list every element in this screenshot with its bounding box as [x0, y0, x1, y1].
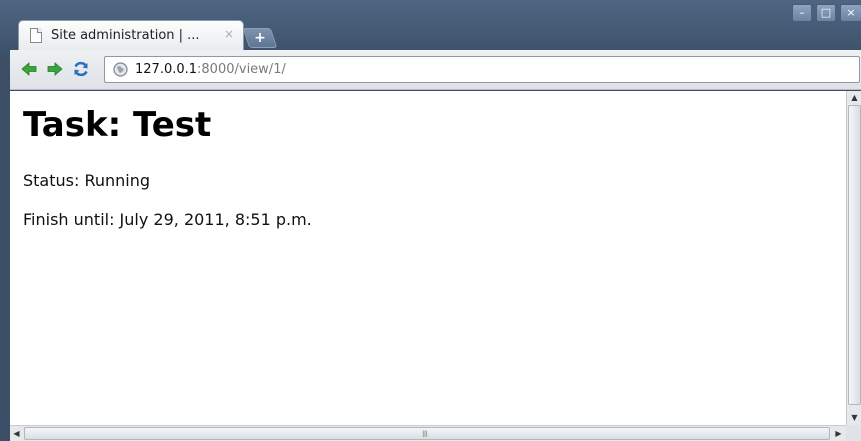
- vertical-scroll-thumb[interactable]: [848, 105, 861, 405]
- url-path: :8000/view/1/: [197, 62, 286, 77]
- url-host: 127.0.0.1: [135, 62, 198, 77]
- close-window-button[interactable]: ×: [840, 4, 861, 22]
- tab-close-icon[interactable]: ×: [224, 27, 234, 41]
- scroll-down-icon[interactable]: ▼: [848, 411, 861, 424]
- browser-window: Site administration | ... × + – □ × 127.…: [0, 0, 861, 441]
- globe-icon: [113, 62, 128, 77]
- plus-icon: +: [254, 30, 266, 46]
- scroll-grip: III: [422, 430, 428, 440]
- horizontal-scrollbar[interactable]: ◀ III ▶: [10, 425, 846, 441]
- page-viewport: Task: Test Status: Running Finish until:…: [10, 91, 846, 425]
- tab-strip: Site administration | ... × + – □ ×: [0, 0, 861, 50]
- reload-icon[interactable]: [72, 60, 90, 78]
- scroll-left-icon[interactable]: ◀: [10, 427, 23, 440]
- page-icon: [30, 28, 42, 43]
- scroll-right-icon[interactable]: ▶: [832, 427, 845, 440]
- vertical-scrollbar[interactable]: ▲ ▼: [846, 91, 861, 425]
- browser-toolbar: 127.0.0.1:8000/view/1/: [10, 50, 861, 90]
- tab-site-administration[interactable]: Site administration | ... ×: [18, 20, 244, 50]
- address-bar[interactable]: 127.0.0.1:8000/view/1/: [104, 56, 860, 83]
- forward-arrow-icon[interactable]: [46, 60, 64, 78]
- task-status: Status: Running: [23, 171, 151, 190]
- task-finish-date: Finish until: July 29, 2011, 8:51 p.m.: [23, 210, 312, 229]
- minimize-button[interactable]: –: [792, 4, 812, 22]
- maximize-button[interactable]: □: [816, 4, 836, 22]
- page-title: Task: Test: [23, 105, 212, 145]
- url-text: 127.0.0.1:8000/view/1/: [135, 62, 286, 77]
- scrollbar-corner: [846, 425, 861, 441]
- tab-title: Site administration | ...: [51, 28, 200, 43]
- horizontal-scroll-thumb[interactable]: III: [24, 427, 830, 440]
- scroll-up-icon[interactable]: ▲: [848, 91, 861, 104]
- new-tab-button[interactable]: +: [242, 28, 278, 48]
- back-arrow-icon[interactable]: [20, 60, 38, 78]
